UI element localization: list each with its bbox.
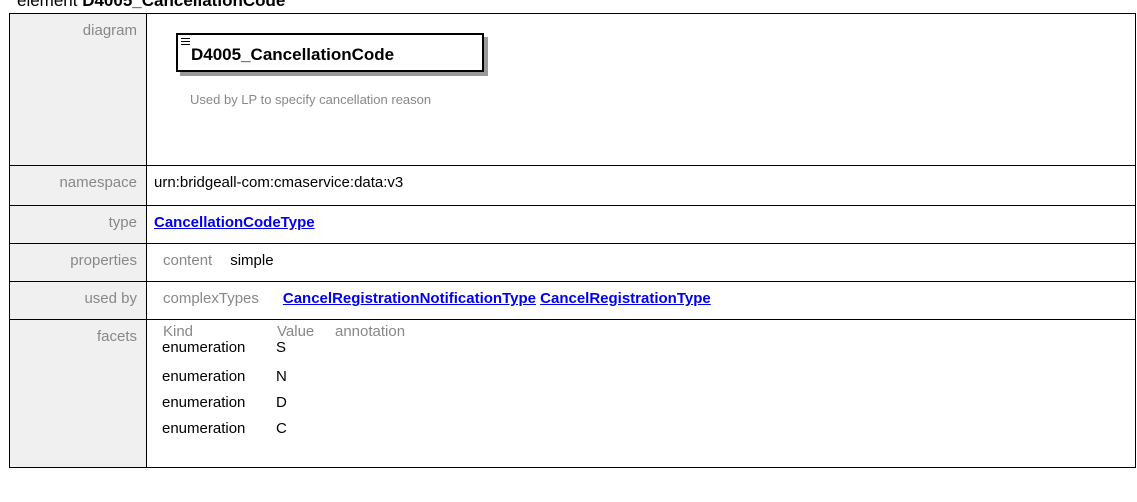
properties-key: content (163, 252, 213, 269)
facets-cell: Kind Value annotation enumeration S enumera… (146, 319, 1136, 468)
namespace-label: namespace (9, 165, 147, 206)
facet-kind: enumeration (162, 394, 246, 411)
facet-value: D (276, 394, 287, 411)
used-by-cell: complexTypes CancelRegistrationNotificati… (146, 281, 1136, 320)
facets-header-value: Value (277, 323, 315, 340)
used-by-kind: complexTypes (163, 290, 259, 307)
element-heading: element D4005_CancellationCode (17, 0, 285, 11)
type-row: type CancellationCodeType (9, 205, 1136, 244)
namespace-row: namespace urn:bridgeall-com:cmaservice:d… (9, 165, 1136, 206)
used-by-link-cancel-registration-type[interactable]: CancelRegistrationType (540, 290, 711, 307)
facets-row: facets Kind Value annotation enumeration S … (9, 319, 1136, 468)
facets-label: facets (9, 319, 147, 468)
diagram-label: diagram (9, 13, 147, 166)
facets-header-kind: Kind (163, 323, 194, 340)
type-cell: CancellationCodeType (146, 205, 1136, 244)
type-label: type (9, 205, 147, 244)
facet-row: enumeration D (162, 390, 1135, 416)
facet-value: C (276, 420, 287, 437)
diagram-element-box[interactable]: D4005_CancellationCode (176, 33, 484, 72)
facet-kind: enumeration (162, 368, 246, 385)
facet-kind: enumeration (162, 339, 246, 356)
properties-value: simple (230, 252, 274, 269)
namespace-value: urn:bridgeall-com:cmaservice:data:v3 (146, 165, 1136, 206)
heading-element-name: D4005_CancellationCode (82, 0, 286, 10)
heading-prefix: element (17, 0, 83, 10)
properties-cell: content simple (146, 243, 1136, 282)
facet-value: S (276, 339, 287, 356)
facets-header: Kind Value annotation (163, 324, 1135, 340)
used-by-link-cancel-registration-notification-type[interactable]: CancelRegistrationNotificationType (283, 290, 536, 307)
facet-row: enumeration N (162, 364, 1135, 390)
facets-header-annotation: annotation (335, 323, 406, 340)
type-link[interactable]: CancellationCodeType (154, 214, 315, 231)
facet-row: enumeration C (162, 416, 1135, 442)
element-doc-table: diagram namespace urn:bridgeall-com:cmas… (9, 13, 1136, 468)
used-by-label: used by (9, 281, 147, 320)
used-by-row: used by complexTypes CancelRegistrationNo… (9, 281, 1136, 320)
properties-label: properties (9, 243, 147, 282)
facet-kind: enumeration (162, 420, 246, 437)
diagram-element-name: D4005_CancellationCode (191, 45, 395, 64)
element-lines-icon (181, 38, 190, 47)
facet-row: enumeration S (162, 340, 1135, 364)
properties-row: properties content simple (9, 243, 1136, 282)
facet-value: N (276, 368, 287, 385)
diagram-documentation: Used by LP to specify cancellation reaso… (190, 92, 432, 107)
